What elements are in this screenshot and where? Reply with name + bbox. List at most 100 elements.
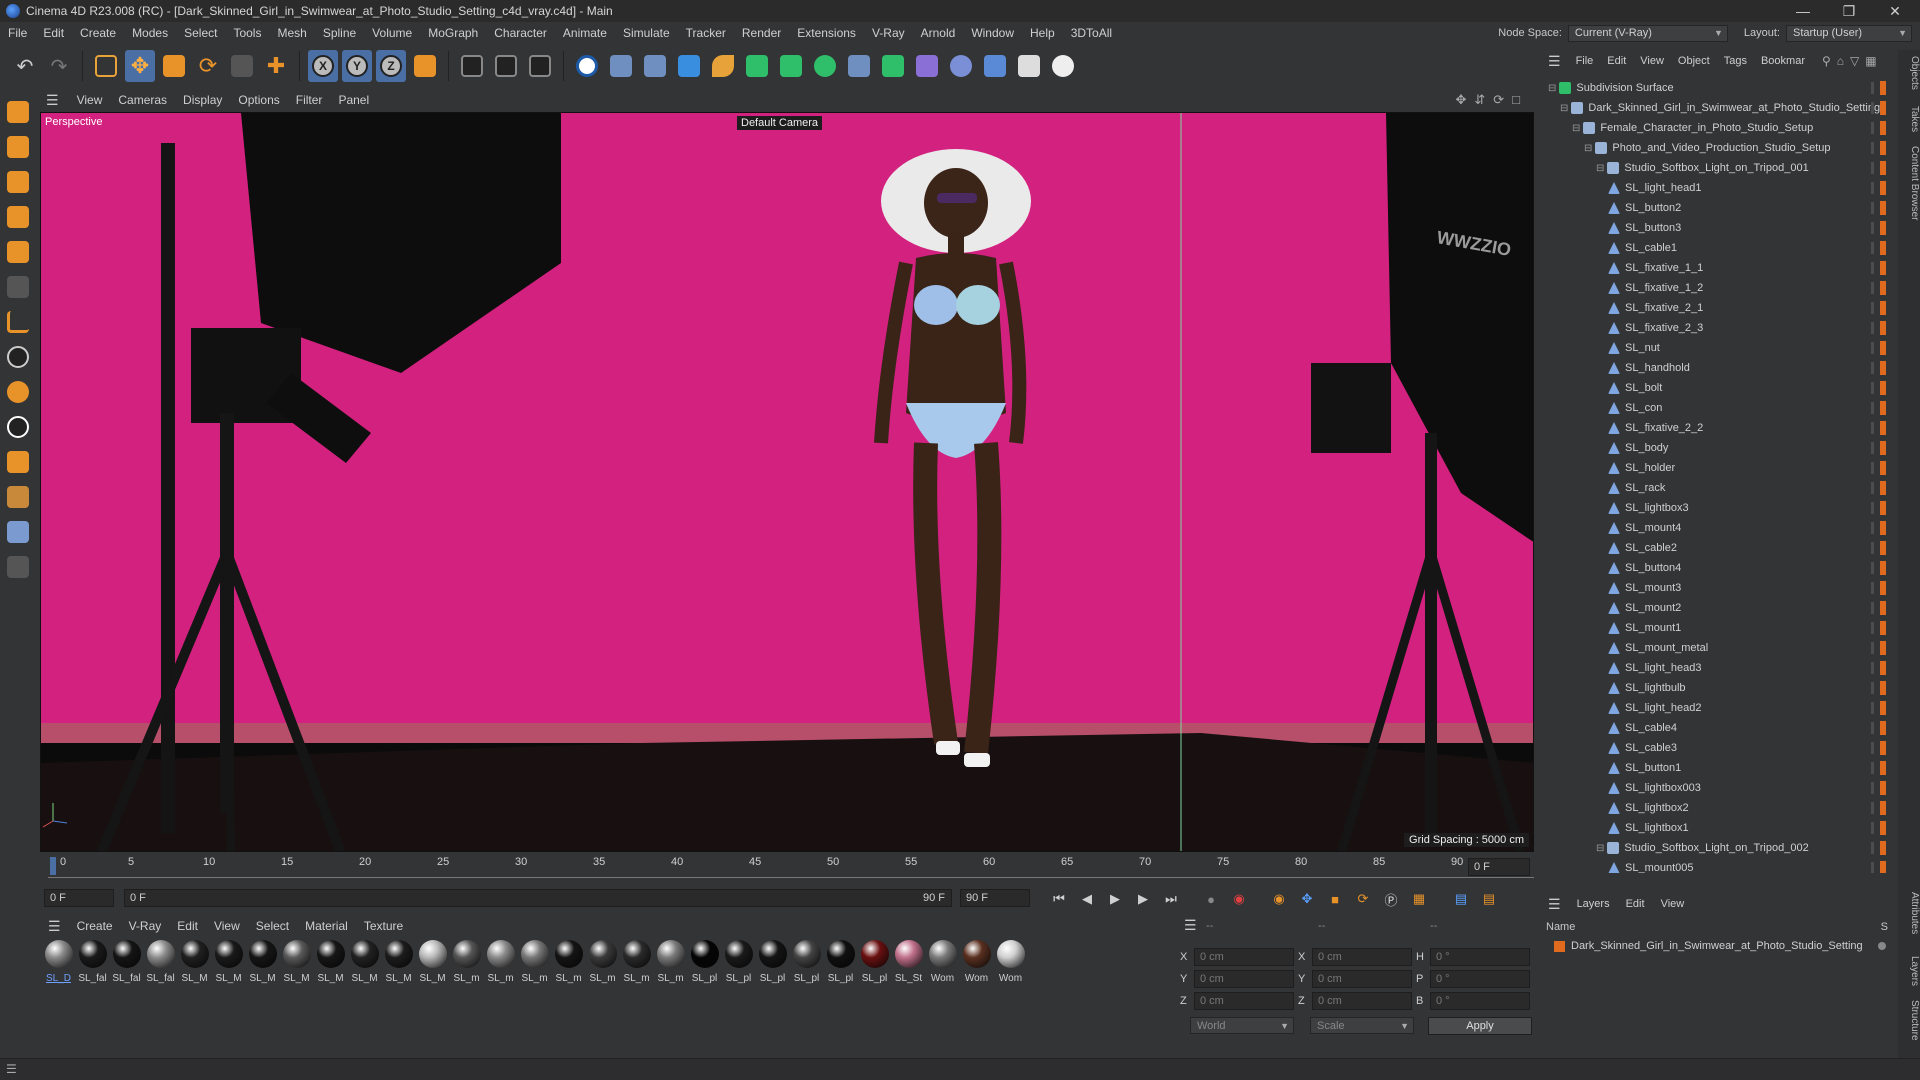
model-mode-button[interactable]: [3, 97, 33, 127]
visibility-toggle[interactable]: [1871, 562, 1874, 574]
position-z-field[interactable]: 0 cm: [1194, 992, 1294, 1010]
layer-tag-icon[interactable]: [1880, 301, 1886, 315]
material-swatch[interactable]: SL_M: [246, 940, 279, 990]
hamburger-icon[interactable]: ☰: [1540, 53, 1569, 70]
layer-tag-icon[interactable]: [1880, 721, 1886, 735]
object-tree-row[interactable]: SL_mount1: [1540, 618, 1898, 638]
layers-menu-view[interactable]: View: [1653, 898, 1693, 910]
restore-icon[interactable]: ❐: [1826, 0, 1872, 22]
menu-volume[interactable]: Volume: [364, 26, 420, 40]
visibility-toggle[interactable]: [1871, 822, 1874, 834]
menu-3dtoall[interactable]: 3DToAll: [1063, 26, 1120, 40]
menu-character[interactable]: Character: [486, 26, 555, 40]
apply-button[interactable]: Apply: [1428, 1017, 1532, 1035]
scale-button[interactable]: [159, 50, 189, 82]
material-menu-select[interactable]: Select: [248, 919, 297, 933]
layer-tag-icon[interactable]: [1880, 781, 1886, 795]
material-swatch[interactable]: SL_pl: [824, 940, 857, 990]
object-tree-row[interactable]: SL_lightbulb: [1540, 678, 1898, 698]
material-swatch[interactable]: SL_M: [314, 940, 347, 990]
om-menu-view[interactable]: View: [1633, 55, 1671, 67]
frame-range-slider[interactable]: 0 F 90 F: [124, 889, 952, 907]
visibility-toggle[interactable]: [1871, 222, 1874, 234]
material-swatch[interactable]: SL_m: [620, 940, 653, 990]
layer-tag-icon[interactable]: [1880, 161, 1886, 175]
layer-tag-icon[interactable]: [1880, 361, 1886, 375]
spline-button[interactable]: [912, 50, 942, 82]
layer-tag-icon[interactable]: [1880, 661, 1886, 675]
visibility-toggle[interactable]: [1871, 362, 1874, 374]
keyframe-selection-icon[interactable]: ◉: [1268, 888, 1290, 910]
visibility-toggle[interactable]: [1871, 862, 1874, 873]
floor-button[interactable]: [980, 50, 1010, 82]
material-swatch[interactable]: SL_D: [42, 940, 75, 990]
layer-tag-icon[interactable]: [1880, 121, 1886, 135]
layer-tag-icon[interactable]: [1880, 281, 1886, 295]
snap-enable-button[interactable]: [3, 412, 33, 442]
material-swatch[interactable]: SL_M: [348, 940, 381, 990]
menu-render[interactable]: Render: [734, 26, 789, 40]
material-swatch[interactable]: SL_fal: [76, 940, 109, 990]
position-x-field[interactable]: 0 cm: [1194, 948, 1294, 966]
material-menu-edit[interactable]: Edit: [169, 919, 206, 933]
visibility-toggle[interactable]: [1871, 162, 1874, 174]
object-tree-row[interactable]: SL_button2: [1540, 198, 1898, 218]
visibility-toggle[interactable]: [1871, 502, 1874, 514]
material-swatch[interactable]: SL_pl: [858, 940, 891, 990]
next-key-button[interactable]: ▶: [1132, 888, 1154, 910]
material-swatch[interactable]: Wom: [994, 940, 1027, 990]
key-pla-icon[interactable]: ▦: [1408, 888, 1430, 910]
visibility-toggle[interactable]: [1871, 282, 1874, 294]
object-tree-row[interactable]: ⊟ Female_Character_in_Photo_Studio_Setup: [1540, 118, 1898, 138]
workplane-button[interactable]: [3, 482, 33, 512]
visibility-toggle[interactable]: [1871, 122, 1874, 134]
object-tree-row[interactable]: SL_bolt: [1540, 378, 1898, 398]
size-z-field[interactable]: 0 cm: [1312, 992, 1412, 1010]
material-menu-texture[interactable]: Texture: [356, 919, 411, 933]
layer-tag-icon[interactable]: [1880, 641, 1886, 655]
material-swatch[interactable]: SL_m: [518, 940, 551, 990]
material-menu-material[interactable]: Material: [297, 919, 356, 933]
visibility-toggle[interactable]: [1871, 242, 1874, 254]
object-tree-row[interactable]: SL_rack: [1540, 478, 1898, 498]
visibility-toggle[interactable]: [1871, 182, 1874, 194]
object-tree-row[interactable]: SL_light_head2: [1540, 698, 1898, 718]
size-x-field[interactable]: 0 cm: [1312, 948, 1412, 966]
menu-vray[interactable]: V-Ray: [864, 26, 913, 40]
material-menu-vray[interactable]: V-Ray: [121, 919, 170, 933]
layer-tag-icon[interactable]: [1880, 861, 1886, 873]
tree-expand-icon[interactable]: ⊟: [1596, 843, 1604, 854]
hamburger-icon[interactable]: ☰: [1184, 917, 1197, 934]
camera-button[interactable]: [1014, 50, 1044, 82]
material-swatch[interactable]: SL_pl: [790, 940, 823, 990]
menu-file[interactable]: File: [0, 26, 35, 40]
undo-button[interactable]: ↶: [10, 50, 40, 82]
tab-objects[interactable]: Objects: [1898, 56, 1920, 90]
layer-tag-icon[interactable]: [1880, 261, 1886, 275]
material-menu-view[interactable]: View: [206, 919, 248, 933]
x-axis-button[interactable]: X: [308, 50, 338, 82]
material-swatch[interactable]: SL_M: [178, 940, 211, 990]
tree-expand-icon[interactable]: ⊟: [1572, 123, 1580, 134]
transform-button[interactable]: [227, 50, 257, 82]
object-tree-row[interactable]: SL_fixative_2_1: [1540, 298, 1898, 318]
object-tree-row[interactable]: SL_button4: [1540, 558, 1898, 578]
play-button[interactable]: ▶: [1104, 888, 1126, 910]
object-tree-row[interactable]: ⊟ Studio_Softbox_Light_on_Tripod_001: [1540, 158, 1898, 178]
material-swatch[interactable]: SL_fal: [144, 940, 177, 990]
coordinate-system-button[interactable]: [410, 50, 440, 82]
object-tree-row[interactable]: SL_lightbox1: [1540, 818, 1898, 838]
material-swatch[interactable]: SL_m: [484, 940, 517, 990]
viewport-menu-options[interactable]: Options: [230, 93, 287, 107]
menu-mograph[interactable]: MoGraph: [420, 26, 486, 40]
visibility-toggle[interactable]: [1871, 802, 1874, 814]
tree-expand-icon[interactable]: ⊟: [1548, 83, 1556, 94]
visibility-toggle[interactable]: [1871, 462, 1874, 474]
om-menu-tags[interactable]: Tags: [1717, 55, 1754, 67]
menu-animate[interactable]: Animate: [555, 26, 615, 40]
previous-key-button[interactable]: ◀: [1076, 888, 1098, 910]
layer-tag-icon[interactable]: [1880, 841, 1886, 855]
visibility-toggle[interactable]: [1871, 482, 1874, 494]
place-button[interactable]: ✚: [261, 50, 291, 82]
viewport-menu-panel[interactable]: Panel: [330, 93, 377, 107]
